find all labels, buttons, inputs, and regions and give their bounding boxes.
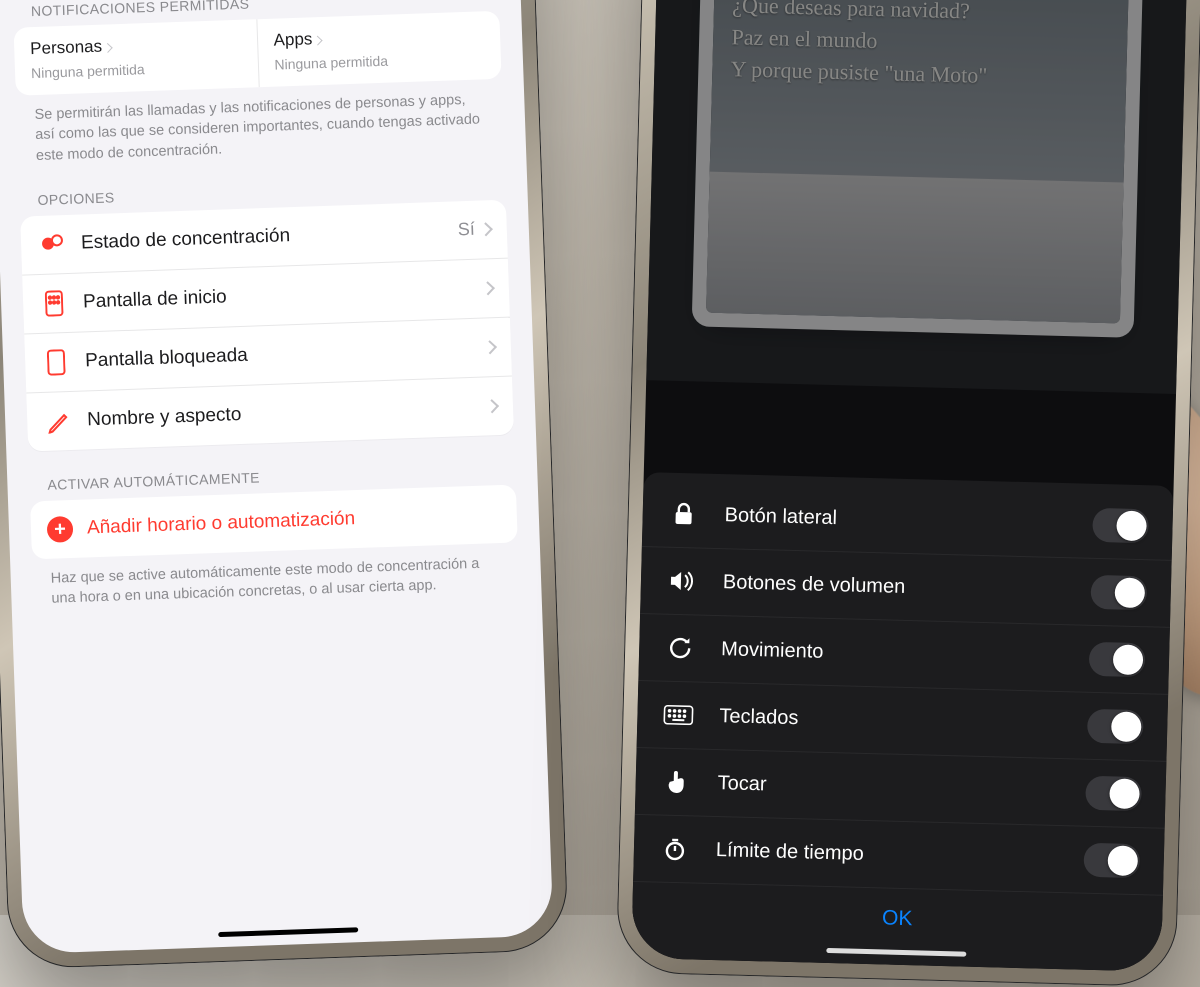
allowed-people-title: Personas <box>30 37 102 59</box>
dimmed-background: 10:57 ¿Que deseas para navidad? Paz en e… <box>646 0 1189 394</box>
row-label: Tocar <box>717 772 1085 805</box>
toggle-motion[interactable] <box>1089 642 1146 677</box>
row-label: Pantalla de inicio <box>83 277 484 313</box>
row-label: Nombre y aspecto <box>87 395 488 431</box>
volume-icon <box>665 568 700 595</box>
row-label: Límite de tiempo <box>716 839 1084 872</box>
row-label: Botón lateral <box>724 504 1092 537</box>
guided-access-options-panel: Botón lateral Botones de volumen Movimie… <box>631 472 1174 972</box>
timer-icon <box>658 836 693 863</box>
keyboard-icon <box>661 702 696 729</box>
toggle-keyboards[interactable] <box>1087 709 1144 744</box>
chevron-icon <box>103 43 113 53</box>
allowed-apps-title: Apps <box>273 29 312 50</box>
pencil-icon <box>43 406 74 437</box>
chevron-icon <box>479 222 493 236</box>
touch-icon <box>659 769 694 796</box>
chevron-icon <box>313 35 323 45</box>
home-indicator[interactable] <box>218 927 358 937</box>
phone-right: 10:57 ¿Que deseas para navidad? Paz en e… <box>616 0 1200 987</box>
allowed-people-cell[interactable]: Personas Ninguna permitida <box>14 19 260 95</box>
toggle-touch[interactable] <box>1085 776 1142 811</box>
screen-settings: Modo invitado NOTIFICACIONES PERMITIDAS … <box>0 0 554 954</box>
toggle-volume[interactable] <box>1090 575 1147 610</box>
row-label: Pantalla bloqueada <box>85 336 486 372</box>
add-automation-label: Añadir horario o automatización <box>87 508 356 539</box>
toggle-side-button[interactable] <box>1092 508 1149 543</box>
options-card: Estado de concentración Sí Pantalla de i… <box>20 200 514 452</box>
row-label: Botones de volumen <box>723 571 1091 604</box>
toggle-time-limit[interactable] <box>1083 843 1140 878</box>
background-content-card: ¿Que deseas para navidad? Paz en el mund… <box>706 0 1129 324</box>
allowed-apps-cell[interactable]: Apps Ninguna permitida <box>257 11 502 87</box>
focus-share-icon <box>37 229 68 260</box>
screen-guided-access: 10:57 ¿Que deseas para navidad? Paz en e… <box>631 0 1189 972</box>
lock-screen-icon <box>41 347 72 378</box>
allowed-people-sub: Ninguna permitida <box>31 58 242 81</box>
row-value: Sí <box>457 219 475 241</box>
rotate-icon <box>663 635 698 662</box>
row-label: Estado de concentración <box>81 219 459 254</box>
ok-button[interactable]: OK <box>631 881 1163 972</box>
row-label: Teclados <box>719 705 1087 738</box>
row-label: Movimiento <box>721 638 1089 671</box>
allowed-apps-sub: Ninguna permitida <box>274 49 485 72</box>
home-screen-icon <box>39 288 70 319</box>
plus-circle-icon: + <box>47 516 74 543</box>
phone-left: Modo invitado NOTIFICACIONES PERMITIDAS … <box>0 0 569 969</box>
lock-icon <box>666 501 701 528</box>
